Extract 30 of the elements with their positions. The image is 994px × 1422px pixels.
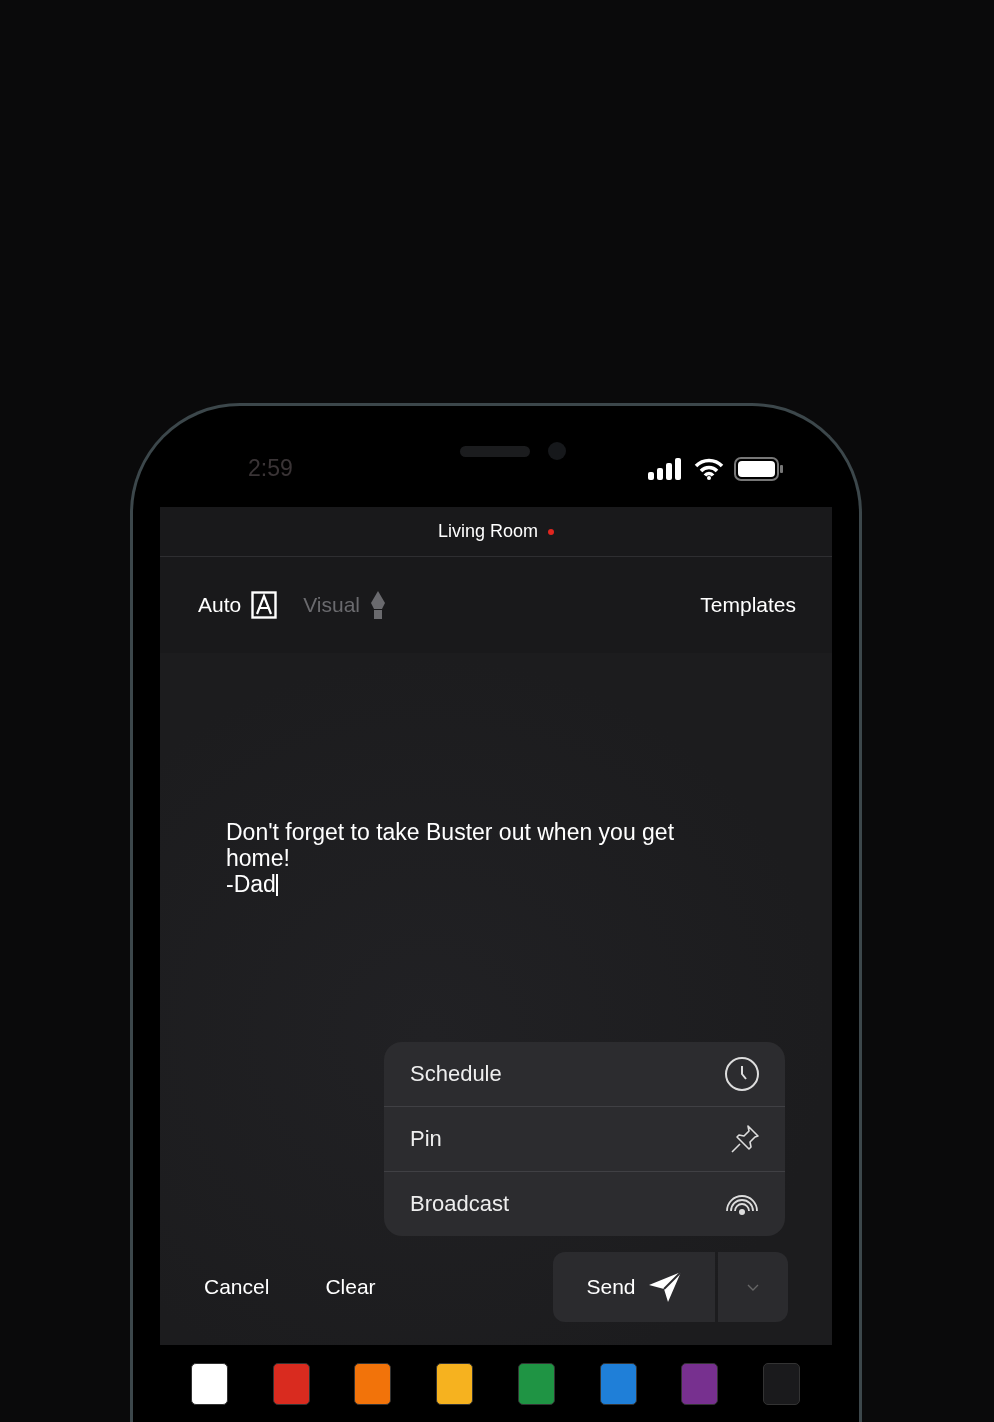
color-swatch[interactable]	[517, 1363, 555, 1405]
clear-button[interactable]: Clear	[325, 1275, 376, 1299]
menu-item[interactable]: Schedule	[384, 1042, 785, 1106]
wifi-icon	[694, 457, 724, 480]
camera-lens	[548, 442, 566, 460]
chevron-down-icon	[747, 1283, 759, 1291]
paper-plane-icon	[647, 1271, 682, 1303]
broadcast-icon	[724, 1192, 760, 1216]
pin-icon	[730, 1124, 760, 1154]
color-swatch[interactable]	[354, 1363, 392, 1405]
cancel-button[interactable]: Cancel	[204, 1275, 270, 1299]
color-swatch[interactable]	[191, 1363, 228, 1405]
speaker-grille	[460, 446, 530, 457]
color-swatch[interactable]	[599, 1363, 637, 1405]
status-time: 2:59	[248, 455, 294, 482]
color-swatch[interactable]	[762, 1363, 800, 1405]
color-swatch[interactable]	[272, 1363, 310, 1405]
templates-button[interactable]: Templates	[700, 593, 796, 617]
color-swatch[interactable]	[436, 1363, 474, 1405]
signal-icon	[648, 457, 684, 480]
room-title: Living Room	[437, 521, 538, 542]
letter-a-icon	[251, 591, 278, 619]
pen-nib-icon	[370, 590, 387, 620]
mode-tab[interactable]: Auto	[198, 591, 278, 619]
menu-item[interactable]: Pin	[384, 1106, 785, 1171]
clock-icon	[724, 1056, 760, 1092]
menu-item[interactable]: Broadcast	[384, 1171, 785, 1236]
battery-icon	[734, 456, 784, 481]
color-swatch[interactable]	[681, 1363, 719, 1405]
send-button[interactable]: Send	[553, 1252, 715, 1322]
